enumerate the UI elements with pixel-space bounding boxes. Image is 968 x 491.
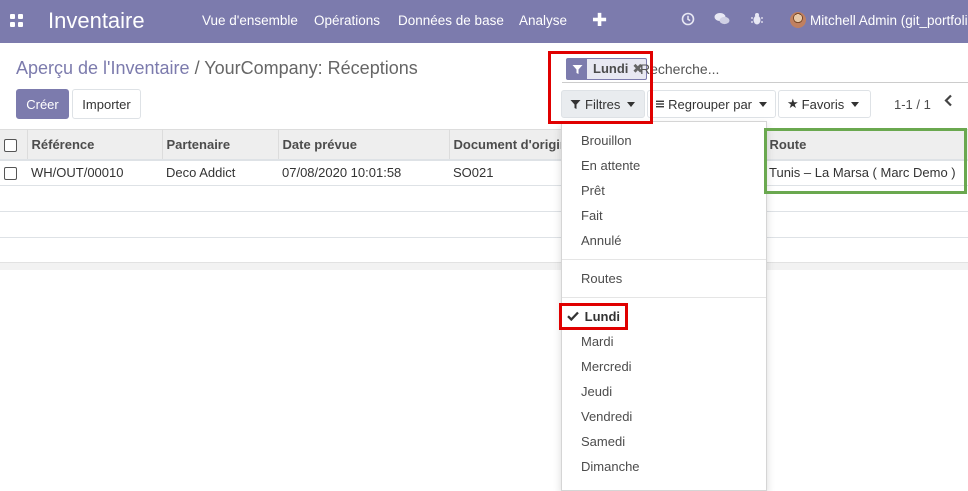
plus-icon[interactable]: ✚ <box>592 10 607 31</box>
filter-day-tuesday[interactable]: Mardi <box>562 330 766 354</box>
column-header[interactable]: Route <box>765 129 968 161</box>
filter-cancelled[interactable]: Annulé <box>562 229 766 253</box>
dropdown-divider <box>562 259 766 260</box>
filter-day-saturday[interactable]: Samedi <box>562 430 766 454</box>
breadcrumb: Aperçu de l'Inventaire / YourCompany: Ré… <box>16 58 418 79</box>
chevron-down-icon <box>627 101 636 107</box>
filter-routes[interactable]: Routes <box>562 267 766 291</box>
filter-icon <box>567 59 587 79</box>
chat-icon[interactable] <box>714 12 730 28</box>
check-icon <box>567 311 579 322</box>
facet-label: Lundi <box>593 61 629 76</box>
user-name[interactable]: Mitchell Admin (git_portfolio <box>810 13 968 28</box>
search-input[interactable] <box>640 59 960 79</box>
bars-icon <box>656 100 665 108</box>
filter-day-monday[interactable]: Lundi <box>562 305 766 329</box>
breadcrumb-current: YourCompany: Réceptions <box>204 58 418 78</box>
app-grid-icon[interactable] <box>10 14 24 28</box>
table-row[interactable]: WH/OUT/00010 Deco Addict 07/08/2020 10:0… <box>0 159 968 186</box>
favorites-label: Favoris <box>801 96 845 112</box>
select-all-checkbox[interactable] <box>0 129 28 161</box>
empty-row <box>0 211 968 238</box>
table-header: Référence Partenaire Date prévue Documen… <box>0 129 968 161</box>
menu-operations[interactable]: Opérations <box>314 13 380 28</box>
row-checkbox[interactable] <box>0 159 27 186</box>
dropdown-divider <box>562 297 766 298</box>
column-header[interactable]: Date prévue <box>278 129 450 161</box>
breadcrumb-separator: / <box>194 58 200 78</box>
menu-overview[interactable]: Vue d'ensemble <box>202 13 298 28</box>
filters-button[interactable]: Filtres <box>561 90 645 118</box>
cell-scheduled-date: 07/08/2020 10:01:58 <box>278 159 449 186</box>
pager-value[interactable]: 1-1 / 1 <box>894 97 931 112</box>
filter-day-friday[interactable]: Vendredi <box>562 405 766 429</box>
import-button[interactable]: Importer <box>72 89 141 119</box>
bug-icon[interactable] <box>749 12 765 28</box>
filter-draft[interactable]: Brouillon <box>562 129 766 153</box>
filter-ready[interactable]: Prêt <box>562 179 766 203</box>
filter-icon <box>570 99 581 109</box>
records-table: Référence Partenaire Date prévue Documen… <box>0 129 968 238</box>
table-footer <box>0 262 968 270</box>
app-title[interactable]: Inventaire <box>48 8 145 34</box>
search-bar: Lundi ✖ <box>562 55 968 83</box>
search-facet[interactable]: Lundi ✖ <box>566 58 648 80</box>
cell-route: Tunis – La Marsa ( Marc Demo ) <box>765 159 968 186</box>
filter-waiting[interactable]: En attente <box>562 154 766 178</box>
filter-day-thursday[interactable]: Jeudi <box>562 380 766 404</box>
filter-done[interactable]: Fait <box>562 204 766 228</box>
filter-day-label: Lundi <box>584 309 621 324</box>
column-header[interactable]: Partenaire <box>162 129 279 161</box>
filter-day-wednesday[interactable]: Mercredi <box>562 355 766 379</box>
empty-row <box>0 185 968 212</box>
chevron-down-icon <box>851 101 860 107</box>
create-button[interactable]: Créer <box>16 89 69 119</box>
clock-icon[interactable] <box>680 12 696 28</box>
breadcrumb-parent[interactable]: Aperçu de l'Inventaire <box>16 58 190 78</box>
chevron-left-icon[interactable] <box>944 94 953 112</box>
group-by-label: Regrouper par <box>668 96 752 112</box>
filters-dropdown: Brouillon En attente Prêt Fait Annulé Ro… <box>561 121 767 491</box>
top-navbar: Inventaire Vue d'ensemble Opérations Don… <box>0 0 968 43</box>
group-by-button[interactable]: Regrouper par <box>647 90 776 118</box>
filter-day-sunday[interactable]: Dimanche <box>562 455 766 479</box>
star-icon: ★ <box>787 96 799 111</box>
cell-reference: WH/OUT/00010 <box>27 159 162 186</box>
favorites-button[interactable]: ★ Favoris <box>778 90 871 118</box>
menu-reporting[interactable]: Analyse <box>519 13 567 28</box>
filters-label: Filtres <box>585 96 621 112</box>
cell-partner: Deco Addict <box>162 159 278 186</box>
column-header[interactable]: Référence <box>27 129 163 161</box>
menu-master-data[interactable]: Données de base <box>398 13 504 28</box>
user-avatar[interactable] <box>790 12 806 28</box>
chevron-down-icon <box>759 101 767 107</box>
